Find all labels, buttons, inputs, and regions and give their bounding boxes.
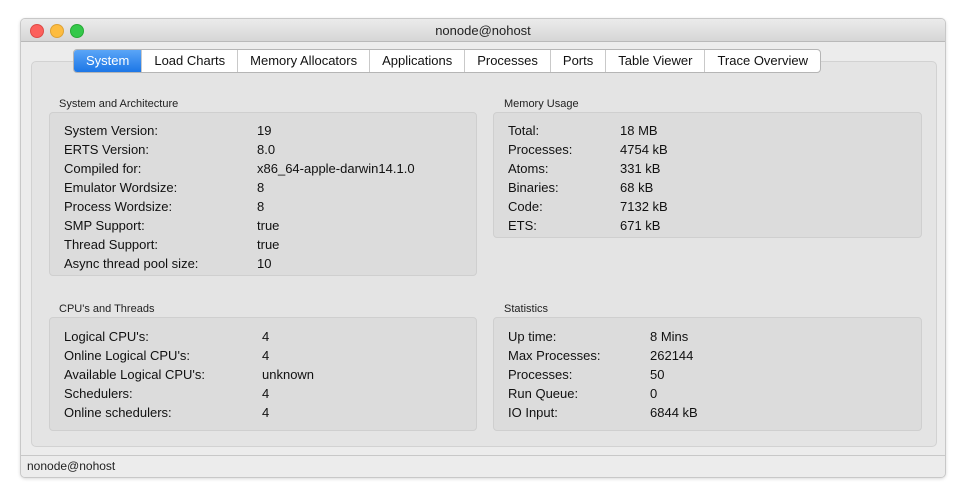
cpu-threads-group: Logical CPU's: 4 Online Logical CPU's: 4 A… <box>49 317 477 431</box>
statistics-group: Up time: 8 Mins Max Processes: 262144 Proc… <box>493 317 922 431</box>
system-architecture-title: System and Architecture <box>59 98 179 110</box>
tab-ports[interactable]: Ports <box>551 50 607 72</box>
status-bar: nonode@nohost <box>21 455 945 477</box>
title-bar: nonode@nohost <box>21 19 945 42</box>
tab-processes[interactable]: Processes <box>465 50 551 72</box>
memory-usage-title: Memory Usage <box>504 98 579 110</box>
status-node-name: nonode@nohost <box>27 459 116 473</box>
statistics-title: Statistics <box>504 303 549 315</box>
tab-load-charts[interactable]: Load Charts <box>142 50 239 72</box>
window-title: nonode@nohost <box>435 23 531 38</box>
tab-trace-overview[interactable]: Trace Overview <box>705 50 820 72</box>
tab-memory-allocators[interactable]: Memory Allocators <box>238 50 371 72</box>
cpu-threads-title: CPU's and Threads <box>59 303 155 315</box>
tab-table-viewer[interactable]: Table Viewer <box>606 50 706 72</box>
system-panel: System and Architecture System Version: 1… <box>31 61 937 447</box>
system-architecture-group: System Version: 19 ERTS Version: 8.0 Compi… <box>49 112 477 276</box>
memory-usage-group: Total: 18 MB Processes: 4754 kB Atoms: 331 … <box>493 112 922 238</box>
tab-applications[interactable]: Applications <box>370 50 466 72</box>
observer-window: nonode@nohost System Load Charts Memory … <box>20 18 946 478</box>
tab-bar: System Load Charts Memory Allocators App… <box>73 49 821 73</box>
tab-system[interactable]: System <box>74 50 143 72</box>
